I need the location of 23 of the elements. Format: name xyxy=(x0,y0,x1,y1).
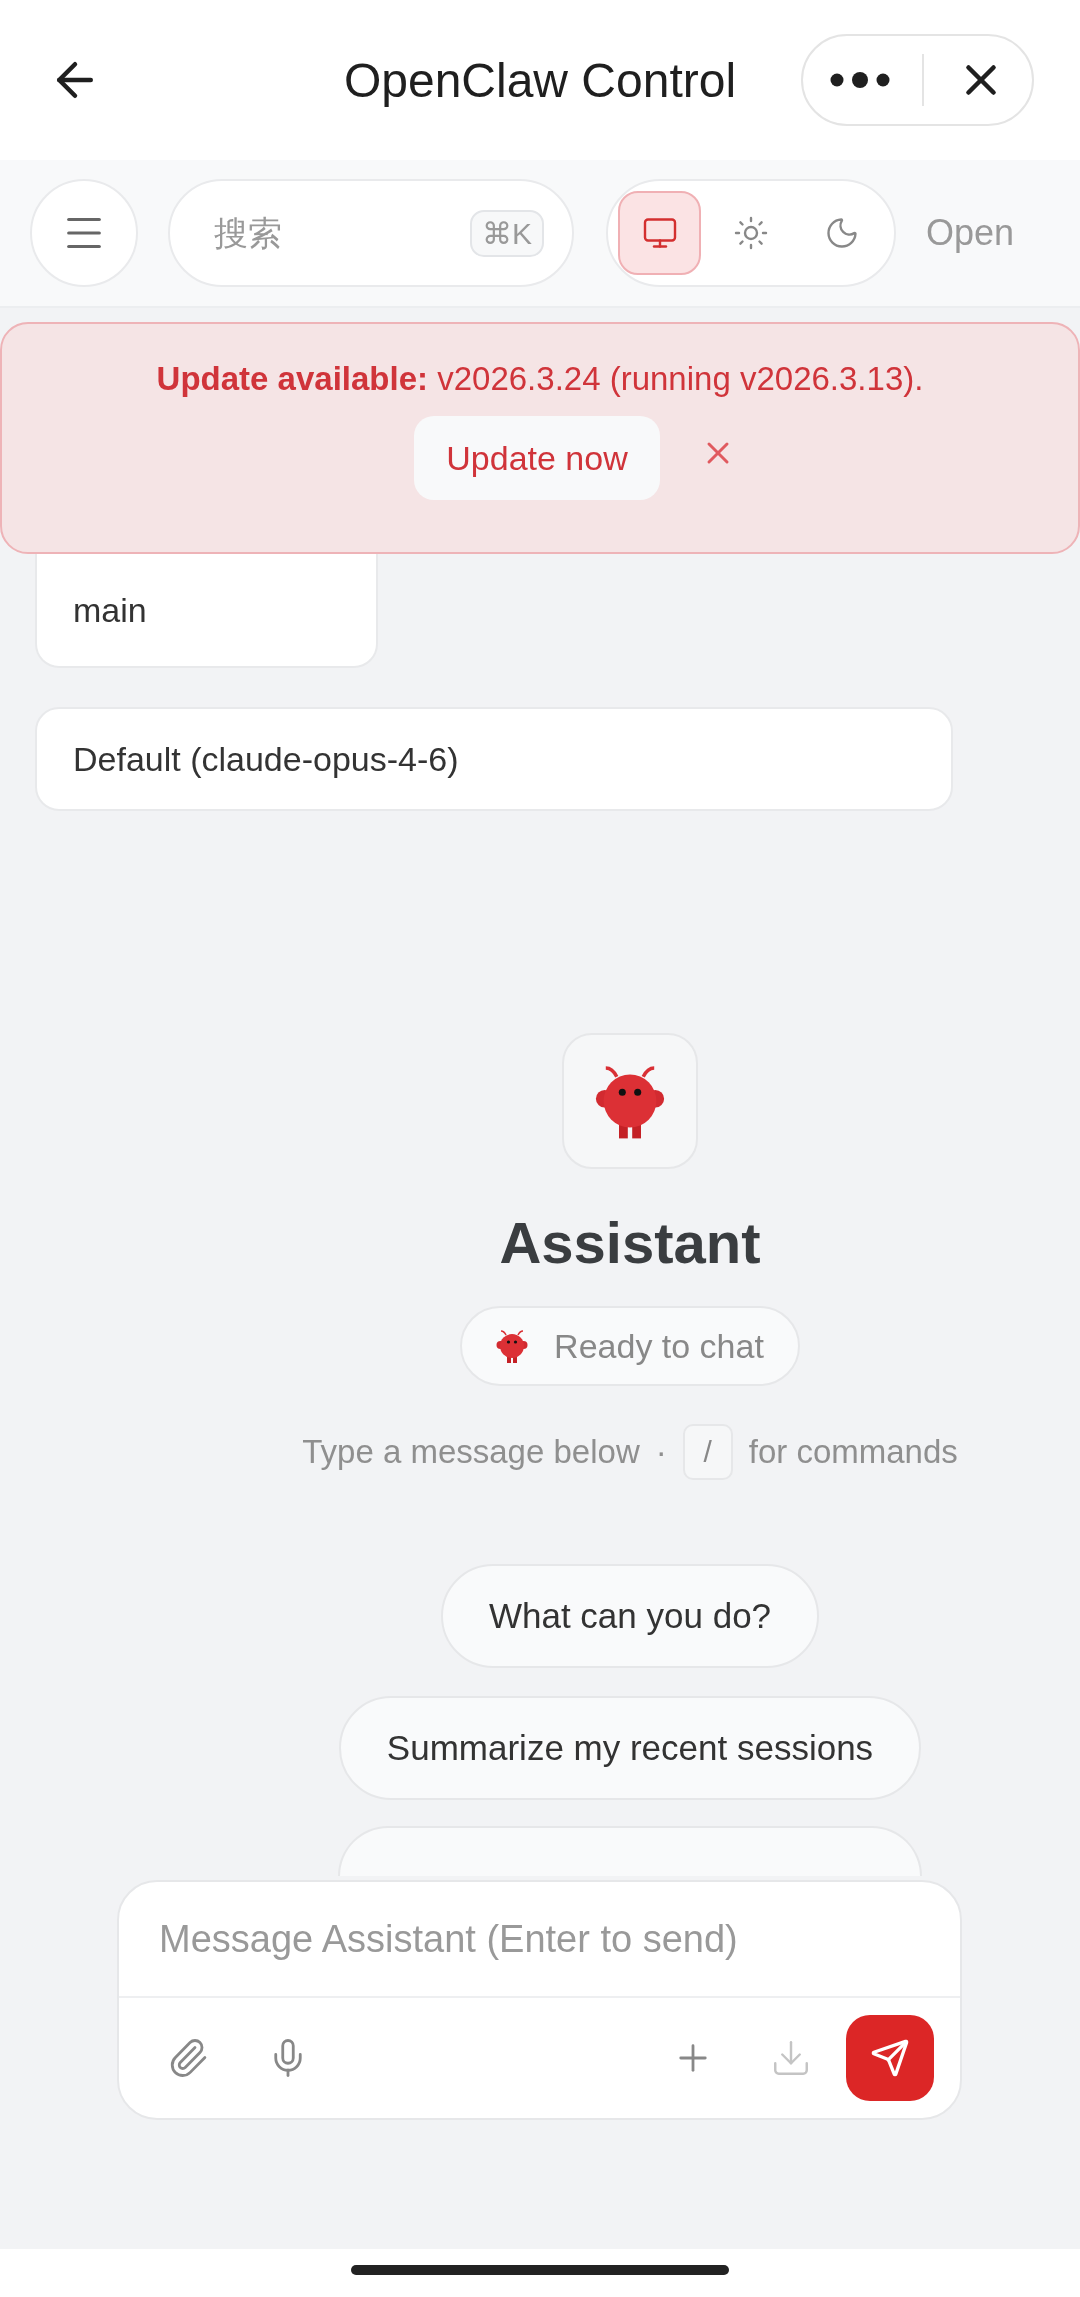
key-hint: / xyxy=(682,1424,733,1480)
message-input[interactable]: Message Assistant (Enter to send) xyxy=(119,1882,960,1996)
suggestion-chip[interactable]: Summarize my recent sessions xyxy=(338,1696,922,1800)
hint-text: for commands xyxy=(748,1433,958,1471)
assistant-name: Assistant xyxy=(499,1209,761,1276)
send-button[interactable] xyxy=(846,2015,934,2101)
send-icon xyxy=(870,2038,910,2078)
shortcut-hint: ⌘K xyxy=(470,209,544,257)
page-title: OpenClaw Control xyxy=(342,52,738,108)
search-input[interactable]: 搜索 xyxy=(212,212,470,254)
status-text: Ready to chat xyxy=(554,1326,764,1366)
update-message: Update available: v2026.3.24 (running v2026.3.13). xyxy=(156,360,924,398)
more-button[interactable] xyxy=(828,72,891,88)
monitor-icon xyxy=(641,215,678,251)
select-field[interactable]: Default (claude-opus-4-6) xyxy=(35,707,953,811)
separator-dot: · xyxy=(655,1433,667,1471)
hint-text: Type a message below xyxy=(302,1433,640,1471)
theme-button[interactable] xyxy=(618,191,702,275)
suggestion-chip[interactable]: What can you do? xyxy=(440,1564,820,1668)
select-field[interactable]: main xyxy=(35,554,378,668)
message-composer[interactable]: Message Assistant (Enter to send) xyxy=(117,1880,962,2120)
sun-icon xyxy=(733,215,769,251)
update-now-button[interactable]: Update now xyxy=(414,416,660,500)
